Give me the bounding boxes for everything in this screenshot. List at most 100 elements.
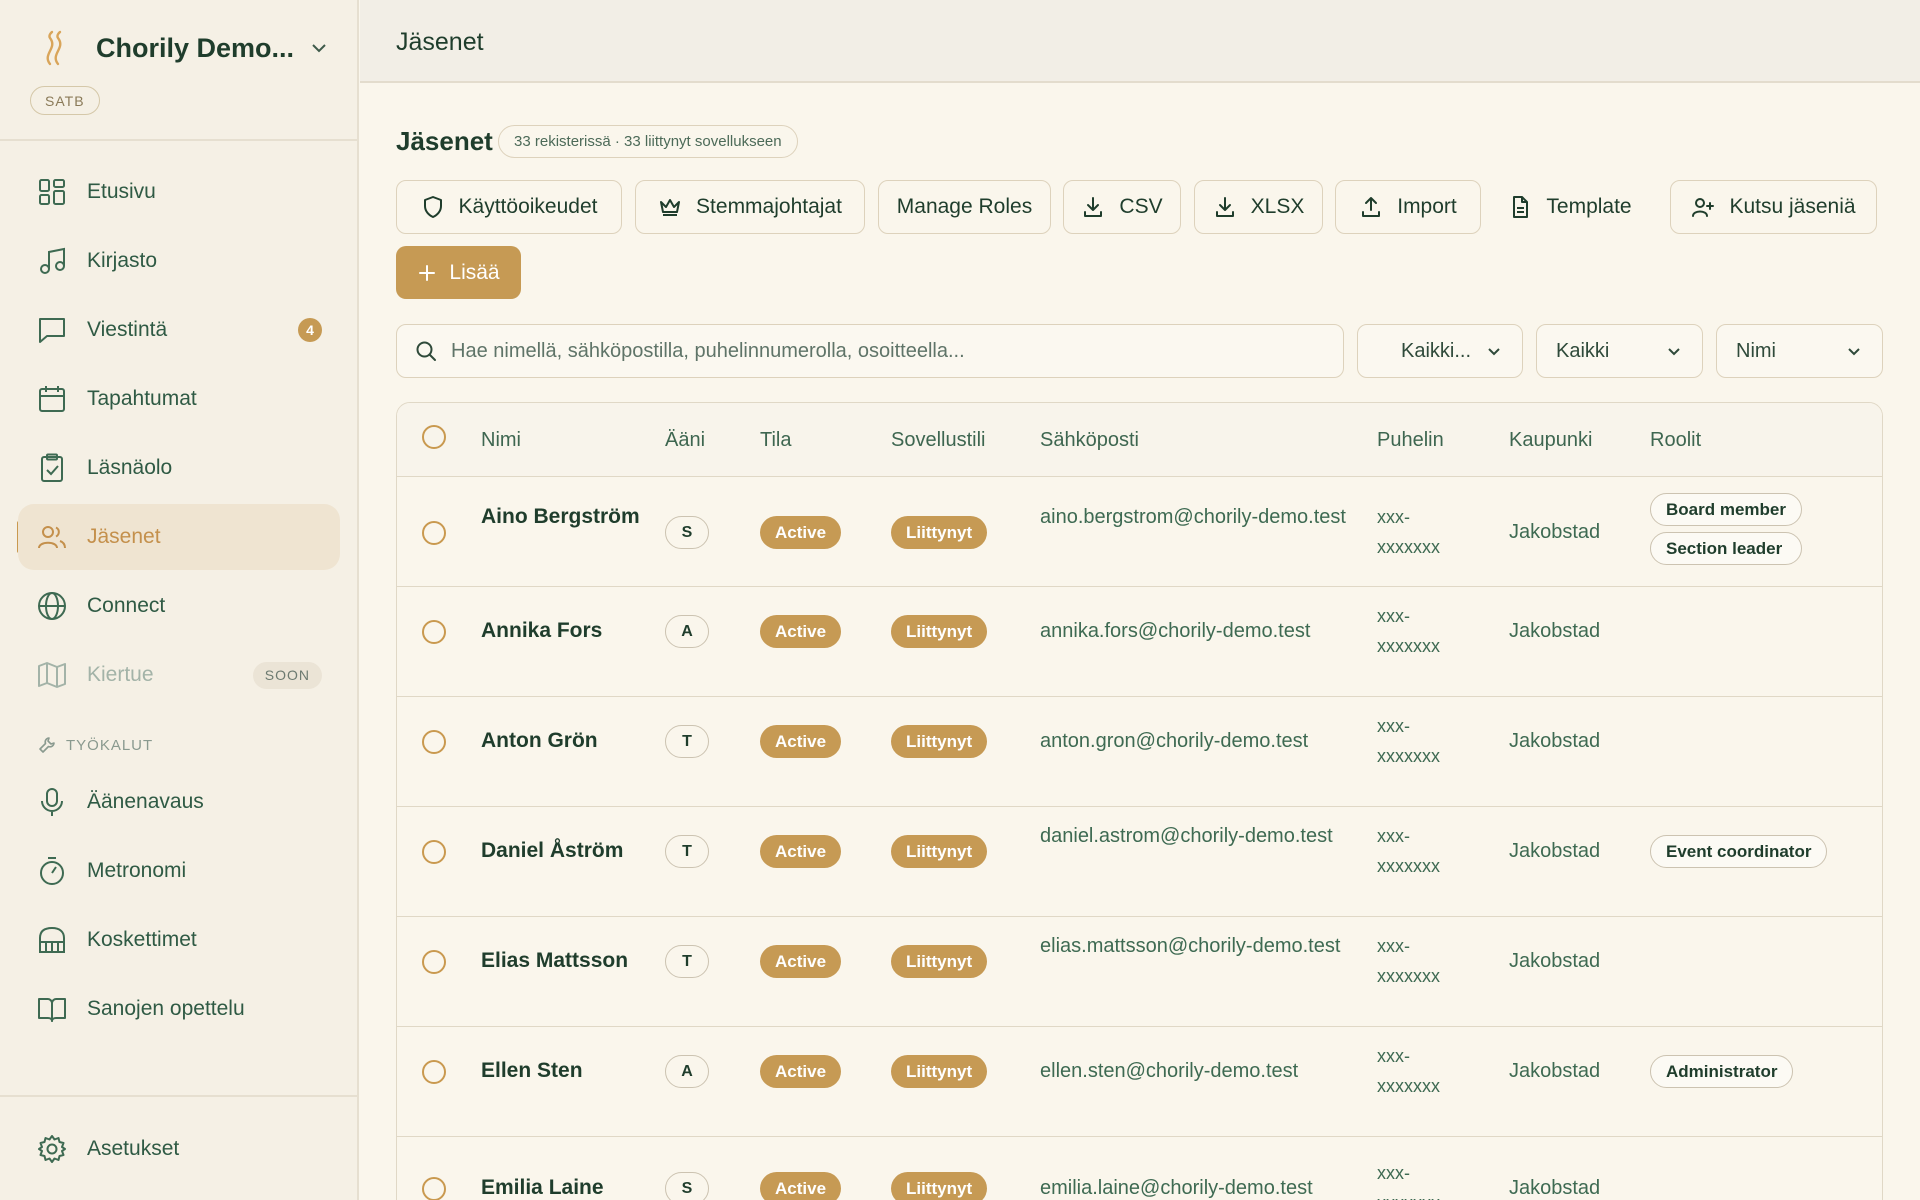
member-email: ellen.sten@chorily-demo.test — [1040, 1060, 1299, 1082]
shield-icon — [423, 196, 442, 218]
table-row[interactable]: Elias Mattsson T Active Liittynyt elias.… — [397, 917, 1882, 1027]
sidebar-item-viestinta[interactable]: Viestintä 4 — [18, 297, 340, 363]
column-header-status[interactable]: Tila — [760, 429, 791, 452]
column-header-app-status[interactable]: Sovellustili — [891, 429, 985, 452]
sidebar-item-label: Etusivu — [87, 180, 156, 203]
table-row[interactable]: Annika Fors A Active Liittynyt annika.fo… — [397, 587, 1882, 697]
download-icon — [1215, 197, 1234, 217]
column-header-name[interactable]: Nimi — [481, 429, 521, 452]
member-name[interactable]: Aino Bergström — [481, 502, 651, 532]
table-row[interactable]: Aino Bergström S Active Liittynyt aino.b… — [397, 477, 1882, 587]
sidebar-item-connect[interactable]: Connect — [18, 573, 340, 639]
column-header-city[interactable]: Kaupunki — [1509, 429, 1592, 452]
app-status-badge: Liittynyt — [891, 615, 988, 648]
column-header-phone[interactable]: Puhelin — [1377, 429, 1444, 452]
chevron-down-icon — [1668, 348, 1680, 356]
manage-roles-button[interactable]: Manage Roles — [878, 180, 1051, 234]
sidebar-item-jasenet[interactable]: Jäsenet — [18, 504, 340, 570]
permissions-label: Käyttöoikeudet — [458, 195, 598, 218]
member-name[interactable]: Elias Mattsson — [481, 946, 651, 976]
search-input[interactable] — [451, 339, 1311, 363]
tools-label: TYÖKALUT — [66, 736, 154, 754]
member-email: emilia.laine@chorily-demo.test — [1040, 1177, 1313, 1199]
org-switcher[interactable]: Chorily Demo... — [40, 30, 328, 66]
member-city: Jakobstad — [1509, 620, 1601, 642]
chevron-down-icon — [1848, 348, 1860, 356]
sidebar-item-asetukset[interactable]: Asetukset — [18, 1116, 340, 1182]
table-row[interactable]: Ellen Sten A Active Liittynyt ellen.sten… — [397, 1027, 1882, 1137]
search-icon — [416, 341, 436, 361]
sidebar-item-kirjasto[interactable]: Kirjasto — [18, 228, 340, 294]
row-checkbox[interactable] — [422, 620, 446, 644]
column-header-roles[interactable]: Roolit — [1650, 429, 1701, 452]
voice-type-badge: SATB — [30, 86, 100, 115]
sidebar-item-label: Viestintä — [87, 318, 168, 341]
book-open-icon — [38, 998, 66, 1022]
role-badge: Section leader — [1650, 532, 1802, 565]
table-row[interactable]: Emilia Laine S Active Liittynyt emilia.l… — [397, 1137, 1882, 1200]
sort-select[interactable]: Nimi — [1716, 324, 1883, 378]
divider — [0, 139, 358, 141]
member-phone: xxx-xxxxxxx — [1377, 1163, 1440, 1200]
sidebar-item-sanojen-opettelu[interactable]: Sanojen opettelu — [18, 976, 340, 1042]
status-filter-select[interactable]: Kaikki — [1536, 324, 1703, 378]
column-header-voice[interactable]: Ääni — [665, 429, 705, 452]
member-city: Jakobstad — [1509, 950, 1601, 972]
sidebar-item-metronomi[interactable]: Metronomi — [18, 838, 340, 904]
select-all-checkbox[interactable] — [422, 425, 446, 449]
sidebar-item-aanenavaus[interactable]: Äänenavaus — [18, 769, 340, 835]
member-name[interactable]: Ellen Sten — [481, 1056, 651, 1086]
member-city: Jakobstad — [1509, 521, 1601, 543]
sidebar-item-label: Connect — [87, 594, 166, 617]
sidebar-item-kiertue: Kiertue SOON — [18, 642, 340, 708]
sidebar-item-label: Asetukset — [87, 1137, 180, 1160]
template-button[interactable]: Template — [1496, 180, 1644, 234]
invite-members-button[interactable]: Kutsu jäseniä — [1670, 180, 1877, 234]
search-box — [396, 324, 1344, 378]
export-csv-button[interactable]: CSV — [1063, 180, 1181, 234]
sidebar-item-label: Metronomi — [87, 859, 187, 882]
sidebar-item-label: Jäsenet — [87, 525, 161, 548]
voice-badge: T — [665, 725, 709, 758]
member-name[interactable]: Emilia Laine — [481, 1173, 651, 1200]
microphone-icon — [41, 788, 63, 816]
add-member-button[interactable]: Lisää — [396, 246, 521, 299]
member-city: Jakobstad — [1509, 840, 1601, 862]
sidebar-item-koskettimet[interactable]: Koskettimet — [18, 907, 340, 973]
org-name: Chorily Demo... — [96, 32, 295, 63]
row-checkbox[interactable] — [422, 1177, 446, 1200]
status-badge: Active — [760, 835, 842, 868]
member-email: annika.fors@chorily-demo.test — [1040, 620, 1311, 642]
crown-icon — [660, 199, 681, 216]
voice-filter-select[interactable]: Kaikki... — [1357, 324, 1523, 378]
row-checkbox[interactable] — [422, 840, 446, 864]
grid-icon — [39, 179, 65, 205]
member-email: anton.gron@chorily-demo.test — [1040, 730, 1309, 752]
member-phone: xxx-xxxxxxx — [1377, 507, 1440, 557]
row-checkbox[interactable] — [422, 1060, 446, 1084]
section-leaders-button[interactable]: Stemmajohtajat — [635, 180, 865, 234]
export-xlsx-button[interactable]: XLSX — [1194, 180, 1323, 234]
row-checkbox[interactable] — [422, 950, 446, 974]
member-city: Jakobstad — [1509, 730, 1601, 752]
row-checkbox[interactable] — [422, 521, 446, 545]
app-status-badge: Liittynyt — [891, 725, 988, 758]
import-button[interactable]: Import — [1335, 180, 1481, 234]
member-name[interactable]: Annika Fors — [481, 616, 651, 646]
sidebar-item-tapahtumat[interactable]: Tapahtumat — [18, 366, 340, 432]
member-phone: xxx-xxxxxxx — [1377, 826, 1440, 876]
sidebar-item-etusivu[interactable]: Etusivu — [18, 159, 340, 225]
member-name[interactable]: Anton Grön — [481, 726, 651, 756]
row-checkbox[interactable] — [422, 730, 446, 754]
column-header-email[interactable]: Sähköposti — [1040, 429, 1139, 452]
sidebar-item-lasnaolo[interactable]: Läsnäolo — [18, 435, 340, 501]
table-row[interactable]: Anton Grön T Active Liittynyt anton.gron… — [397, 697, 1882, 807]
gear-icon — [38, 1135, 66, 1163]
table-row[interactable]: Daniel Åström T Active Liittynyt daniel.… — [397, 807, 1882, 917]
member-name[interactable]: Daniel Åström — [481, 836, 651, 866]
permissions-button[interactable]: Käyttöoikeudet — [396, 180, 622, 234]
app-status-badge: Liittynyt — [891, 835, 988, 868]
invite-label: Kutsu jäseniä — [1729, 195, 1856, 218]
member-roles: Event coordinator — [1650, 835, 1828, 868]
import-label: Import — [1397, 195, 1457, 218]
